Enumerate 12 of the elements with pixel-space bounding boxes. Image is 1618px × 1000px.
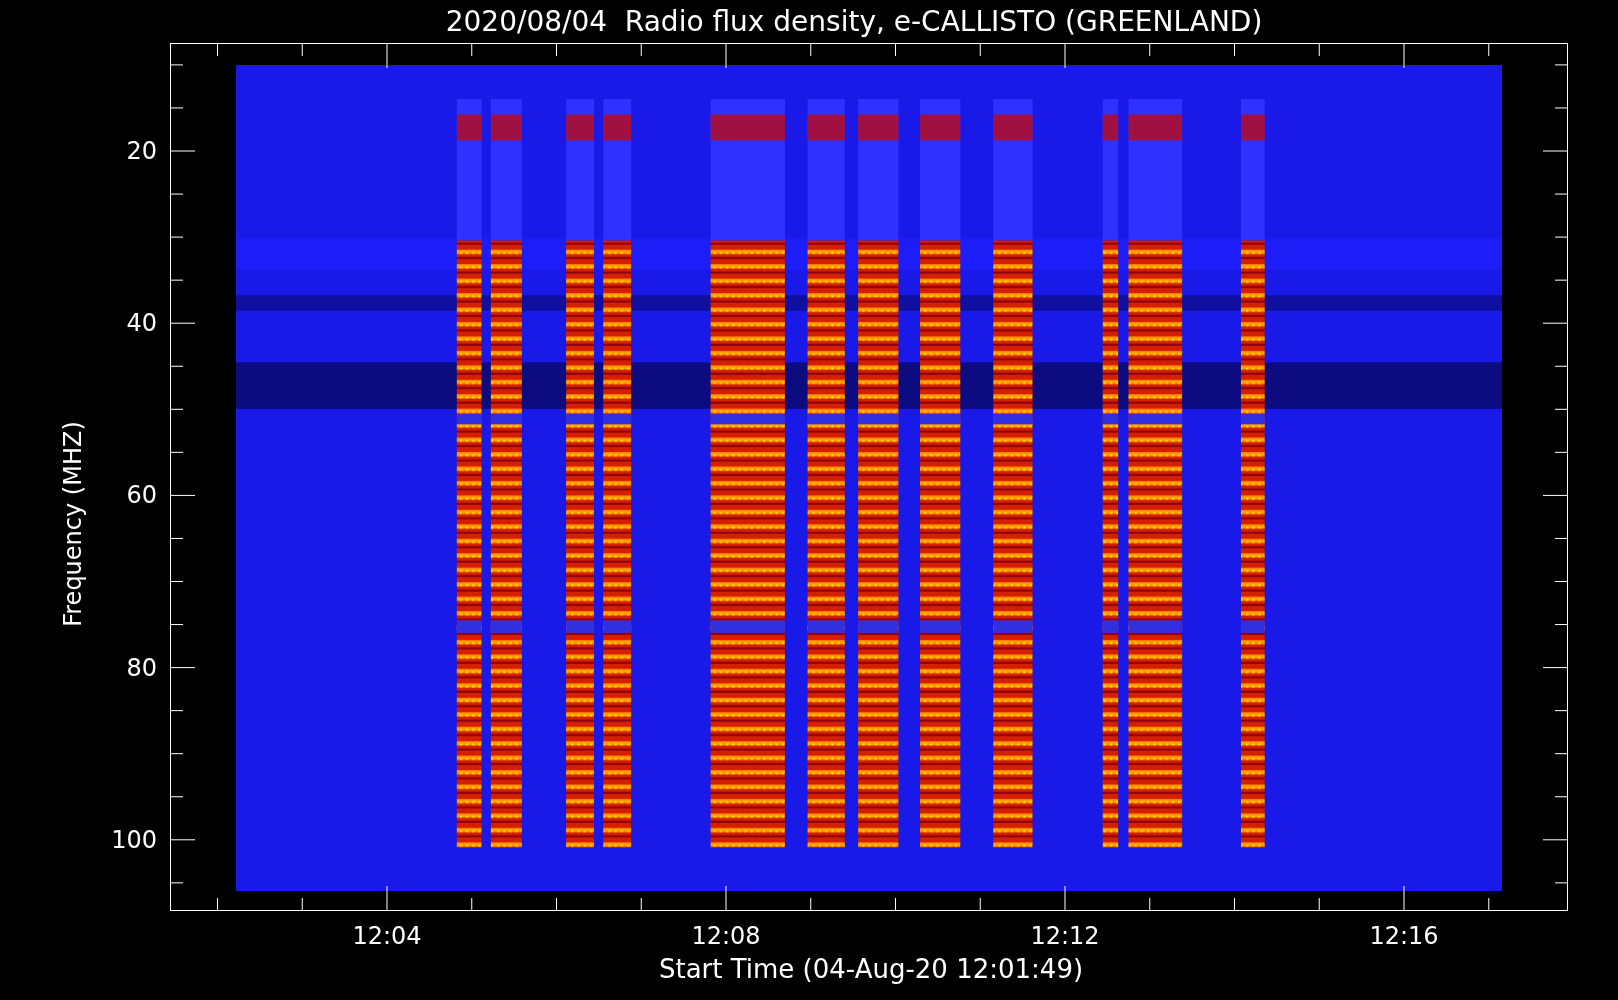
x-tick-label: 12:12 bbox=[1030, 924, 1100, 948]
plot-title: 2020/08/04 Radio flux density, e-CALLISTO (GREENLAND) bbox=[445, 7, 1263, 36]
x-tick-label: 12:16 bbox=[1369, 924, 1439, 948]
x-axis-label: Start Time (04-Aug-20 12:01:49) bbox=[658, 956, 1084, 982]
y-tick-label: 80 bbox=[126, 655, 157, 680]
x-tick-label: 12:04 bbox=[352, 924, 422, 948]
y-tick-label: 40 bbox=[126, 311, 157, 336]
y-tick-label: 100 bbox=[111, 827, 157, 852]
x-tick-label: 12:08 bbox=[691, 924, 761, 948]
y-axis-label: Frequency (MHZ) bbox=[61, 421, 85, 627]
y-tick-label: 60 bbox=[126, 483, 157, 508]
y-tick-label: 20 bbox=[126, 139, 157, 163]
